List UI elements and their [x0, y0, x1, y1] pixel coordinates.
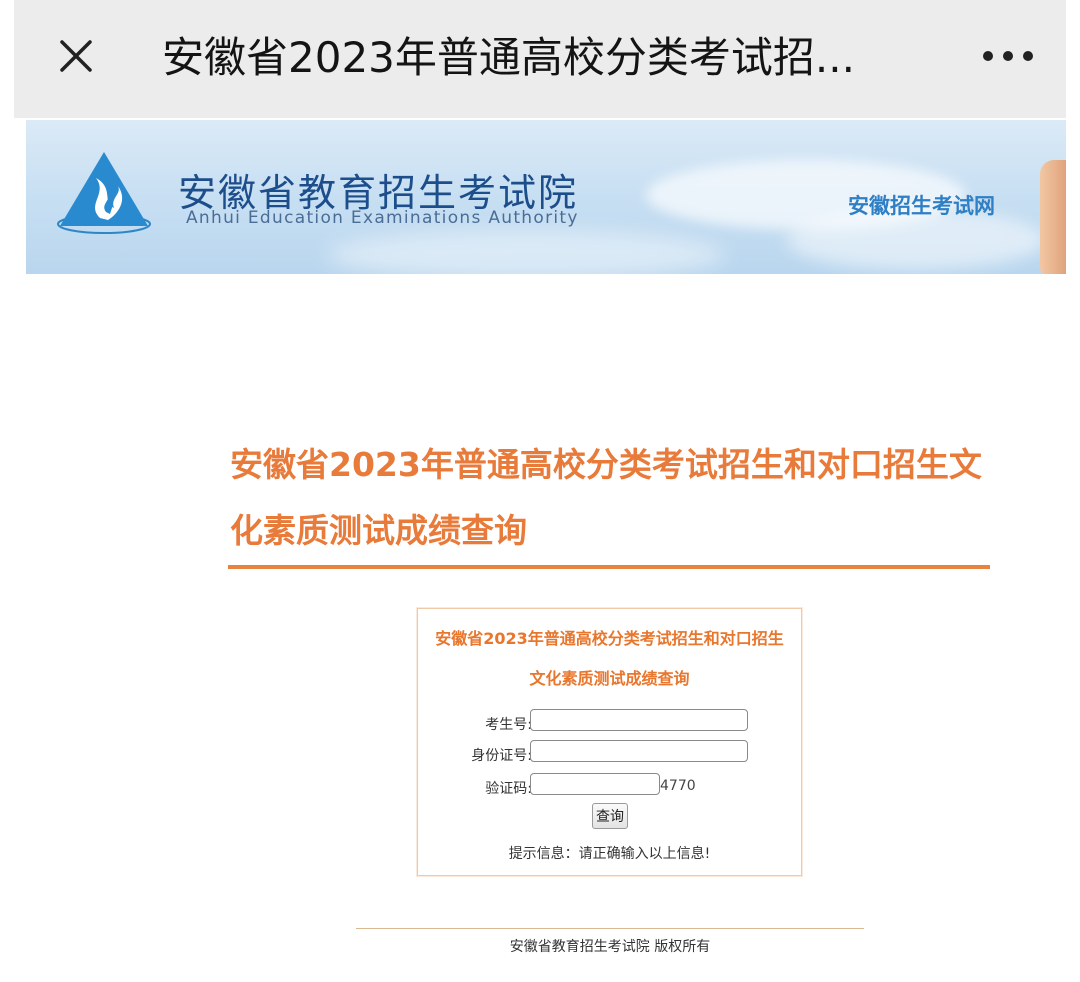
flame-triangle-logo-icon — [57, 152, 151, 234]
captcha-label: 验证码: — [485, 781, 532, 797]
footer-divider — [356, 928, 864, 929]
hint-message: 提示信息：请正确输入以上信息! — [508, 846, 711, 862]
form-title: 安徽省2023年普通高校分类考试招生和对口招生文化素质测试成绩查询 — [435, 629, 784, 688]
close-button[interactable] — [48, 28, 104, 84]
footer-copyright: 安徽省教育招生考试院 版权所有 — [509, 939, 711, 955]
top-navigation-bar: 安徽省2023年普通高校分类考试招... — [14, 0, 1066, 118]
close-icon — [60, 40, 92, 72]
score-query-form: 安徽省2023年普通高校分类考试招生和对口招生文化素质测试成绩查询 考生号: 身… — [417, 608, 802, 876]
exam-number-input[interactable] — [530, 709, 748, 731]
captcha-code-image[interactable]: 4770 — [660, 778, 696, 794]
main-heading: 安徽省2023年普通高校分类考试招生和对口招生文化素质测试成绩查询 — [230, 445, 982, 550]
captcha-input[interactable] — [530, 773, 660, 795]
banner-hand-graphic — [1040, 160, 1066, 274]
heading-divider — [228, 565, 990, 569]
id-number-label: 身份证号: — [471, 748, 532, 764]
org-logo — [56, 148, 152, 234]
org-name-english: Anhui Education Examinations Authority — [186, 208, 579, 228]
id-number-input[interactable] — [530, 740, 748, 762]
page-title: 安徽省2023年普通高校分类考试招... — [162, 33, 855, 82]
exam-number-label: 考生号: — [485, 717, 532, 733]
query-submit-button[interactable]: 查询 — [592, 803, 628, 829]
banner-cloud — [326, 230, 726, 274]
page: 安徽省2023年普通高校分类考试招... 安徽省教育招生考试院 Anhui Ed… — [0, 0, 1080, 982]
site-name-link[interactable]: 安徽招生考试网 — [848, 190, 995, 220]
more-options-button[interactable] — [972, 34, 1044, 78]
more-dots-icon — [983, 51, 1033, 61]
header-banner: 安徽省教育招生考试院 Anhui Education Examinations … — [26, 120, 1066, 274]
